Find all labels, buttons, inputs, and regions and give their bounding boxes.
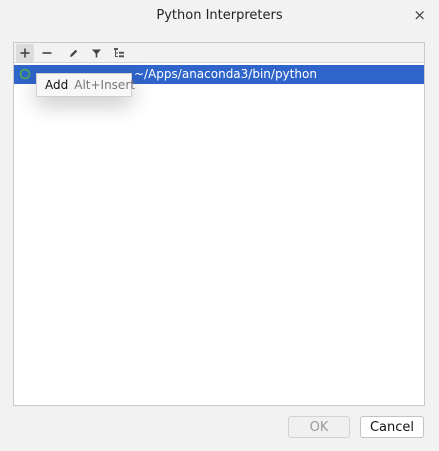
minus-icon	[42, 52, 52, 54]
remove-button[interactable]	[38, 44, 56, 62]
tree-view-button[interactable]	[110, 44, 128, 62]
plus-icon	[20, 48, 30, 58]
filter-icon	[91, 49, 101, 57]
dialog-titlebar: Python Interpreters ×	[0, 0, 439, 33]
pencil-icon	[69, 49, 77, 57]
filter-button[interactable]	[87, 44, 105, 62]
list-toolbar	[14, 43, 424, 63]
ok-button[interactable]: OK	[288, 416, 350, 438]
tooltip-shortcut: Alt+Insert	[74, 78, 135, 92]
dialog-title: Python Interpreters	[156, 8, 283, 23]
tooltip-label: Add	[45, 78, 69, 92]
interpreter-icon	[19, 68, 31, 80]
tree-view-icon	[114, 48, 124, 58]
close-icon[interactable]: ×	[413, 7, 426, 23]
add-tooltip: Add Alt+Insert	[36, 73, 135, 97]
python-interpreters-dialog: Python Interpreters × ~/Apps/anaconda3/b…	[0, 0, 439, 451]
add-button[interactable]	[16, 44, 34, 62]
edit-button[interactable]	[64, 44, 82, 62]
interpreter-path: ~/Apps/anaconda3/bin/python	[134, 67, 317, 81]
cancel-button[interactable]: Cancel	[360, 416, 424, 438]
